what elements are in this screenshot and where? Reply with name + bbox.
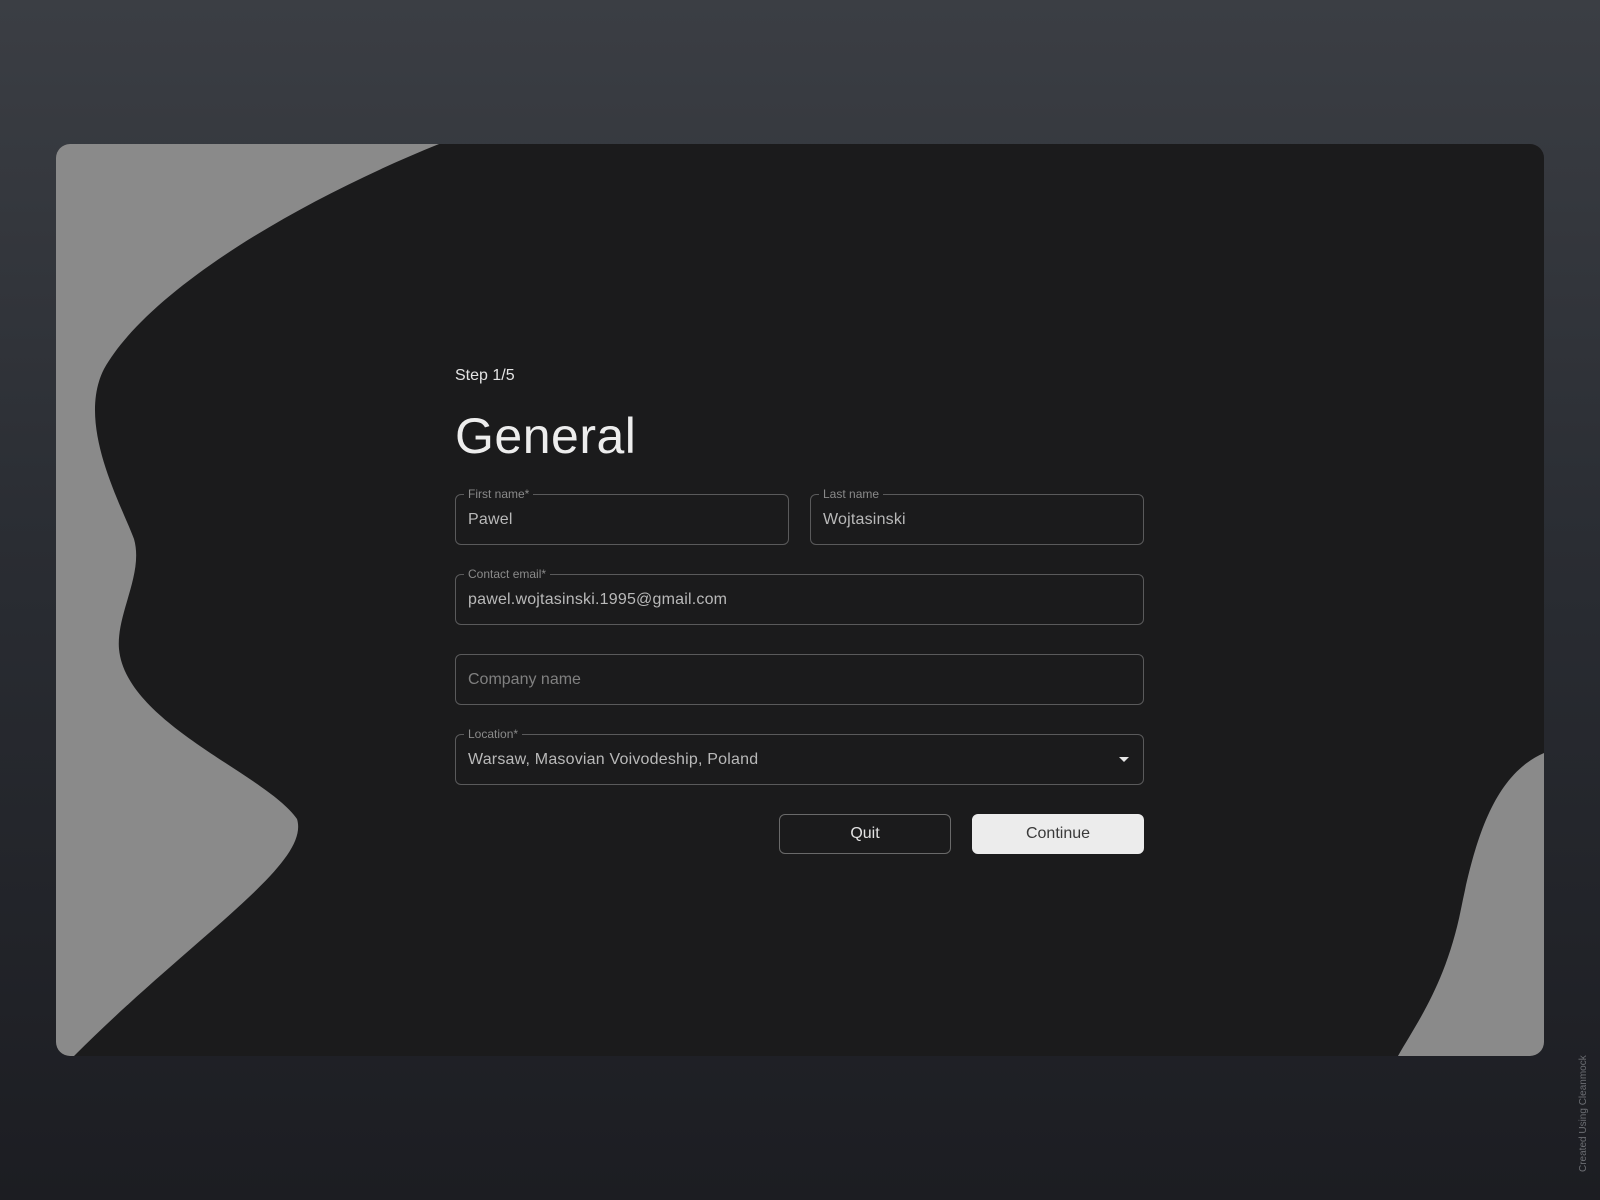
watermark-text: Created Using Cleanmock — [1578, 1055, 1589, 1172]
location-select[interactable]: Location* Warsaw, Masovian Voivodeship, … — [455, 727, 1144, 785]
first-name-field[interactable]: First name* Pawel — [455, 487, 789, 545]
continue-button[interactable]: Continue — [972, 814, 1144, 854]
contact-email-field[interactable]: Contact email* pawel.wojtasinski.1995@gm… — [455, 567, 1144, 625]
step-indicator: Step 1/5 — [455, 367, 515, 384]
chevron-down-icon[interactable] — [1119, 757, 1129, 762]
first-name-value[interactable]: Pawel — [468, 495, 513, 544]
general-form: Step 1/5 General First name* Pawel Last … — [455, 366, 1144, 854]
location-value[interactable]: Warsaw, Masovian Voivodeship, Poland — [468, 735, 758, 784]
onboarding-card: Step 1/5 General First name* Pawel Last … — [56, 144, 1544, 1056]
last-name-field[interactable]: Last name Wojtasinski — [810, 487, 1144, 545]
quit-button[interactable]: Quit — [779, 814, 951, 854]
company-name-field[interactable]: Company name — [455, 654, 1144, 705]
contact-email-value[interactable]: pawel.wojtasinski.1995@gmail.com — [468, 575, 727, 624]
page-title: General — [455, 408, 637, 464]
last-name-value[interactable]: Wojtasinski — [823, 495, 906, 544]
company-name-placeholder[interactable]: Company name — [468, 655, 581, 704]
right-wave-blob — [1398, 753, 1544, 1056]
left-wave-blob — [56, 144, 439, 1056]
